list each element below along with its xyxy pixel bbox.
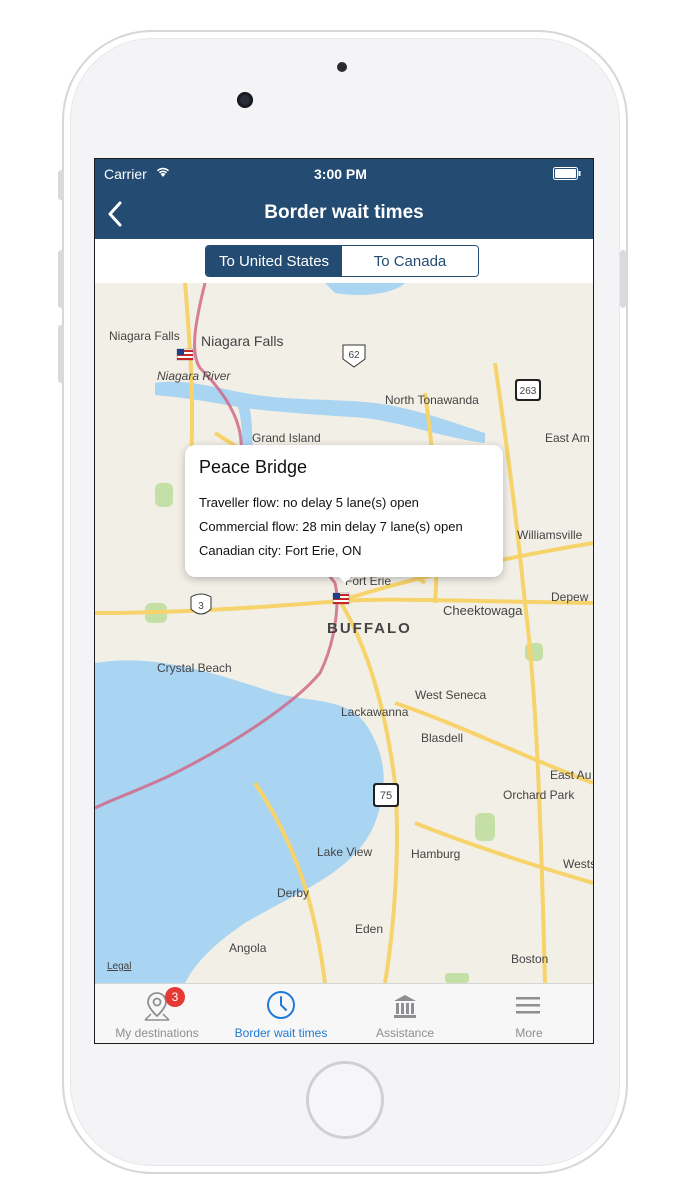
map-view[interactable]: 62 263 3 75 Niagara Falls Niagara Falls … bbox=[95, 283, 593, 983]
front-camera bbox=[237, 92, 253, 108]
map-label-derby: Derby bbox=[277, 886, 309, 900]
svg-text:263: 263 bbox=[520, 386, 537, 397]
map-label-westside: Westside bbox=[563, 857, 593, 871]
map-label-niagara-river: Niagara River bbox=[157, 369, 231, 383]
direction-segmented-control: To United States To Canada bbox=[205, 245, 479, 277]
map-label-east-am: East Am bbox=[545, 431, 590, 445]
map-label-lackawanna: Lackawanna bbox=[341, 705, 409, 719]
tab-label: Assistance bbox=[375, 1026, 435, 1040]
building-icon bbox=[391, 992, 419, 1025]
home-button[interactable] bbox=[306, 1061, 384, 1139]
map-label-boston: Boston bbox=[511, 952, 548, 966]
map-label-cheektowaga: Cheektowaga bbox=[443, 603, 523, 618]
callout-traveller-flow: Traveller flow: no delay 5 lane(s) open bbox=[199, 495, 419, 510]
map-label-depew: Depew bbox=[551, 590, 589, 604]
page-title: Border wait times bbox=[264, 202, 424, 223]
park-area bbox=[475, 813, 495, 841]
tab-my-destinations[interactable]: 3 My destinations bbox=[95, 984, 219, 1043]
svg-text:3: 3 bbox=[198, 601, 204, 612]
map-label-williamsville: Williamsville bbox=[517, 528, 583, 542]
park-area bbox=[155, 483, 173, 507]
nav-bar: Border wait times bbox=[95, 189, 593, 239]
map-label-niagara-falls-ca: Niagara Falls bbox=[109, 329, 180, 343]
volume-up-button bbox=[58, 250, 64, 308]
battery-icon bbox=[553, 167, 581, 183]
route-shield-263: 263 bbox=[515, 379, 541, 401]
map-label-niagara-falls-us: Niagara Falls bbox=[201, 333, 283, 349]
map-label-west-seneca: West Seneca bbox=[415, 688, 486, 702]
segment-to-united-states[interactable]: To United States bbox=[206, 246, 342, 276]
screen: Carrier 3:00 PM Border wait times To Uni… bbox=[94, 158, 594, 1044]
segment-to-canada[interactable]: To Canada bbox=[342, 246, 478, 276]
power-button bbox=[620, 250, 626, 308]
flag-marker-niagara bbox=[176, 348, 194, 361]
map-label-grand-island: Grand Island bbox=[252, 431, 321, 445]
map-canvas: 62 263 3 75 Niagara Falls Niagara Falls … bbox=[95, 283, 593, 983]
park-area bbox=[445, 973, 469, 983]
status-time: 3:00 PM bbox=[314, 166, 367, 182]
map-label-crystal-beach: Crystal Beach bbox=[157, 661, 232, 675]
menu-icon bbox=[515, 994, 541, 1021]
tab-more[interactable]: More bbox=[467, 984, 591, 1043]
tab-label: My destinations bbox=[115, 1026, 199, 1040]
map-label-east-aurora: East Au bbox=[550, 768, 591, 782]
map-label-buffalo: BUFFALO bbox=[327, 620, 412, 637]
volume-down-button bbox=[58, 325, 64, 383]
map-label-north-tonawanda: North Tonawanda bbox=[385, 393, 479, 407]
callout-pointer bbox=[335, 573, 355, 583]
callout-canadian-city: Canadian city: Fort Erie, ON bbox=[199, 543, 362, 558]
tab-assistance[interactable]: Assistance bbox=[343, 984, 467, 1043]
tab-label: More bbox=[515, 1026, 543, 1040]
status-bar: Carrier 3:00 PM bbox=[95, 159, 593, 189]
peace-bridge-callout[interactable]: Peace Bridge Traveller flow: no delay 5 … bbox=[185, 445, 503, 583]
tab-badge: 3 bbox=[165, 987, 185, 1007]
tab-border-wait-times[interactable]: Border wait times bbox=[219, 984, 343, 1043]
svg-text:75: 75 bbox=[380, 790, 392, 802]
flag-marker-peace-bridge bbox=[332, 592, 350, 605]
tab-bar: 3 My destinations Border wait times Assi… bbox=[95, 983, 593, 1043]
map-label-hamburg: Hamburg bbox=[411, 847, 460, 861]
clock-icon bbox=[265, 990, 297, 1027]
map-label-orchard-park: Orchard Park bbox=[503, 788, 575, 802]
map-label-eden: Eden bbox=[355, 922, 383, 936]
map-label-angola: Angola bbox=[229, 941, 267, 955]
mute-switch bbox=[58, 170, 64, 200]
svg-text:62: 62 bbox=[348, 350, 360, 361]
map-label-blasdell: Blasdell bbox=[421, 731, 463, 745]
callout-commercial-flow: Commercial flow: 28 min delay 7 lane(s) … bbox=[199, 519, 463, 534]
legal-link: Legal bbox=[107, 961, 131, 972]
tab-label: Border wait times bbox=[234, 1026, 328, 1040]
route-shield-3: 3 bbox=[190, 593, 212, 615]
wifi-icon bbox=[155, 165, 171, 181]
earpiece bbox=[337, 62, 347, 72]
map-label-lake-view: Lake View bbox=[317, 845, 372, 859]
route-shield-75: 75 bbox=[373, 783, 399, 807]
callout-title: Peace Bridge bbox=[199, 457, 308, 477]
carrier-label: Carrier bbox=[104, 166, 147, 182]
